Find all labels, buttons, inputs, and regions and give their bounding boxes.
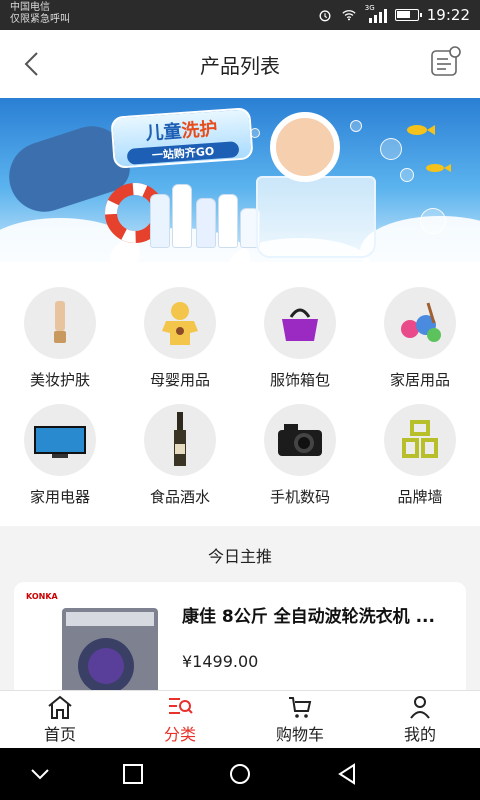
category-digital[interactable]: 手机数码	[240, 404, 360, 507]
tab-label: 购物车	[275, 725, 324, 744]
brand-wall-icon	[384, 404, 456, 476]
tab-profile[interactable]: 我的	[360, 691, 480, 749]
wifi-icon	[342, 10, 356, 21]
banner-headline: 儿童洗护 一站购齐GO	[110, 107, 254, 169]
tab-label: 首页	[43, 725, 76, 744]
tab-home[interactable]: 首页	[0, 691, 120, 749]
bottom-tab-bar: 首页 分类 购物车 我的	[0, 690, 480, 748]
back-button-icon[interactable]	[334, 761, 360, 787]
section-title: 今日主推	[207, 547, 272, 566]
category-label: 美妆护肤	[29, 371, 90, 389]
baby-clothes-icon	[144, 287, 216, 359]
page-title: 产品列表	[200, 54, 280, 78]
message-list-icon[interactable]	[430, 46, 462, 78]
nav-header: 产品列表	[0, 30, 480, 98]
status-bar: 中国电信 仅限紧急呼叫 3G 19:22	[0, 0, 480, 30]
baby-image	[270, 112, 340, 182]
status-icons: 3G 19:22	[317, 0, 470, 30]
cosmetics-icon	[24, 287, 96, 359]
tab-label: 我的	[403, 725, 436, 744]
user-icon	[410, 696, 430, 719]
carrier-info: 中国电信 仅限紧急呼叫	[10, 2, 70, 26]
wine-bottle-icon	[144, 404, 216, 476]
signal-icon: 3G	[365, 4, 387, 23]
fish-icon	[407, 125, 451, 172]
household-icon	[384, 287, 456, 359]
category-label: 家用电器	[29, 488, 90, 506]
category-appliances[interactable]: 家用电器	[0, 404, 120, 507]
clock: 19:22	[426, 6, 470, 24]
category-label: 服饰箱包	[269, 371, 330, 389]
tab-cart[interactable]: 购物车	[240, 691, 360, 749]
category-household[interactable]: 家居用品	[360, 287, 480, 390]
category-label: 手机数码	[269, 488, 330, 506]
bathtub-image	[256, 176, 376, 258]
product-brand: KONKA	[26, 592, 58, 601]
handbag-icon	[264, 287, 336, 359]
banner-title-part1: 儿童	[144, 121, 183, 145]
promo-banner[interactable]: 儿童洗护 一站购齐GO	[0, 98, 480, 262]
product-card[interactable]: KONKA 康佳 8公斤 全自动波轮洗衣机 ... ¥1499.00	[14, 582, 466, 690]
tab-label: 分类	[163, 725, 196, 744]
product-price: ¥1499.00	[182, 652, 259, 671]
category-cosmetics[interactable]: 美妆护肤	[0, 287, 120, 390]
category-apparel[interactable]: 服饰箱包	[240, 287, 360, 390]
hide-keyboard-icon[interactable]	[27, 761, 53, 787]
home-icon	[48, 695, 72, 719]
product-image: KONKA	[26, 586, 160, 690]
category-list-icon	[169, 698, 193, 714]
tab-category[interactable]: 分类	[120, 691, 240, 749]
cart-icon	[289, 697, 312, 718]
category-brands[interactable]: 品牌墙	[360, 404, 480, 507]
featured-section: 今日主推 KONKA 康佳 8公斤 全自动波轮洗衣机 ... ¥1499.00	[0, 526, 480, 690]
category-label: 品牌墙	[397, 488, 443, 506]
tv-icon	[24, 404, 96, 476]
camera-icon	[264, 404, 336, 476]
carrier-status: 仅限紧急呼叫	[10, 14, 70, 25]
category-label: 家居用品	[389, 371, 450, 389]
carrier-name: 中国电信	[10, 2, 50, 13]
battery-icon	[394, 9, 422, 21]
category-grid: 美妆护肤 母婴用品 服饰箱包 家居用品 家用电器 食品酒水 手机数码 品牌墙	[0, 262, 480, 526]
category-label: 母婴用品	[149, 371, 210, 389]
category-food[interactable]: 食品酒水	[120, 404, 240, 507]
product-name: 康佳 8公斤 全自动波轮洗衣机 ...	[182, 607, 435, 627]
home-button-icon[interactable]	[227, 761, 253, 787]
system-nav-bar	[0, 748, 480, 800]
category-label: 食品酒水	[149, 488, 210, 506]
banner-title-part2: 洗护	[180, 118, 219, 142]
recent-apps-icon[interactable]	[120, 761, 146, 787]
alarm-icon	[319, 10, 331, 22]
category-baby[interactable]: 母婴用品	[120, 287, 240, 390]
